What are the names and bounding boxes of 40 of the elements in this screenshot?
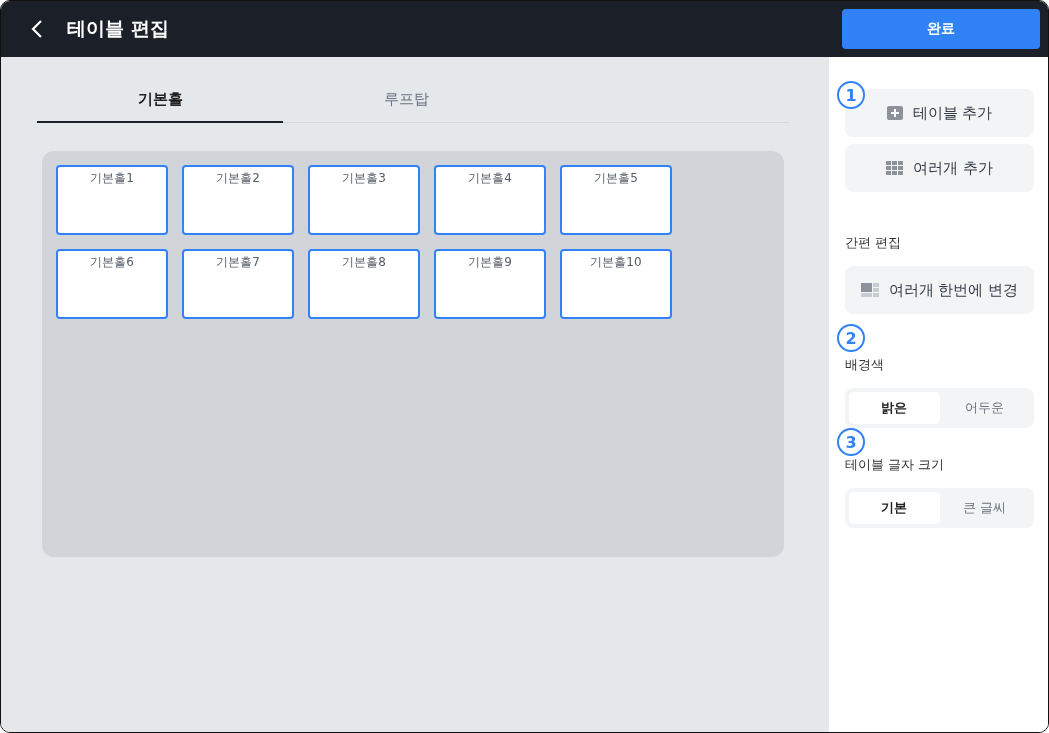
page-title: 테이블 편집	[67, 16, 170, 41]
section-label: 간편 편집	[845, 234, 903, 252]
table-card[interactable]: 기본홀10	[560, 249, 672, 319]
table-name: 기본홀4	[468, 170, 512, 186]
table-name: 기본홀9	[468, 254, 512, 270]
table-card[interactable]: 기본홀1	[56, 165, 168, 235]
table-name: 기본홀3	[342, 170, 386, 186]
step-badge: 3	[837, 428, 865, 456]
table-card[interactable]: 기본홀6	[56, 249, 168, 319]
option-button[interactable]: 어두운	[939, 392, 1030, 424]
done-button[interactable]: 완료	[842, 9, 1040, 49]
step-badge: 1	[837, 81, 865, 109]
plus-icon	[886, 106, 903, 120]
table-name: 기본홀5	[594, 170, 638, 186]
table-card[interactable]: 기본홀2	[182, 165, 294, 235]
layout-icon	[860, 283, 879, 297]
table-name: 기본홀1	[90, 170, 134, 186]
table-card[interactable]: 기본홀7	[182, 249, 294, 319]
option-button[interactable]: 밝은	[849, 392, 940, 424]
table-name: 기본홀8	[342, 254, 386, 270]
table-name: 기본홀2	[216, 170, 260, 186]
table-card[interactable]: 기본홀8	[308, 249, 420, 319]
table-name: 기본홀10	[590, 254, 642, 270]
option-button[interactable]: 큰 글씨	[939, 492, 1030, 524]
table-card[interactable]: 기본홀4	[434, 165, 546, 235]
table-card[interactable]: 기본홀9	[434, 249, 546, 319]
table-name: 기본홀6	[90, 254, 134, 270]
section-label: 배경색	[845, 356, 885, 374]
bulk-edit-button[interactable]: 여러개 한번에 변경	[845, 266, 1034, 314]
tab[interactable]: 루프탑	[283, 77, 529, 123]
option-button[interactable]: 기본	[849, 492, 940, 524]
step-badge: 2	[837, 324, 865, 352]
add-button[interactable]: 여러개 추가	[845, 144, 1034, 192]
section-label: 테이블 글자 크기	[845, 456, 946, 474]
tab[interactable]: 기본홀	[37, 77, 283, 123]
table-card[interactable]: 기본홀5	[560, 165, 672, 235]
grid-icon	[886, 161, 904, 175]
table-card[interactable]: 기본홀3	[308, 165, 420, 235]
table-name: 기본홀7	[216, 254, 260, 270]
back-icon	[31, 19, 43, 39]
